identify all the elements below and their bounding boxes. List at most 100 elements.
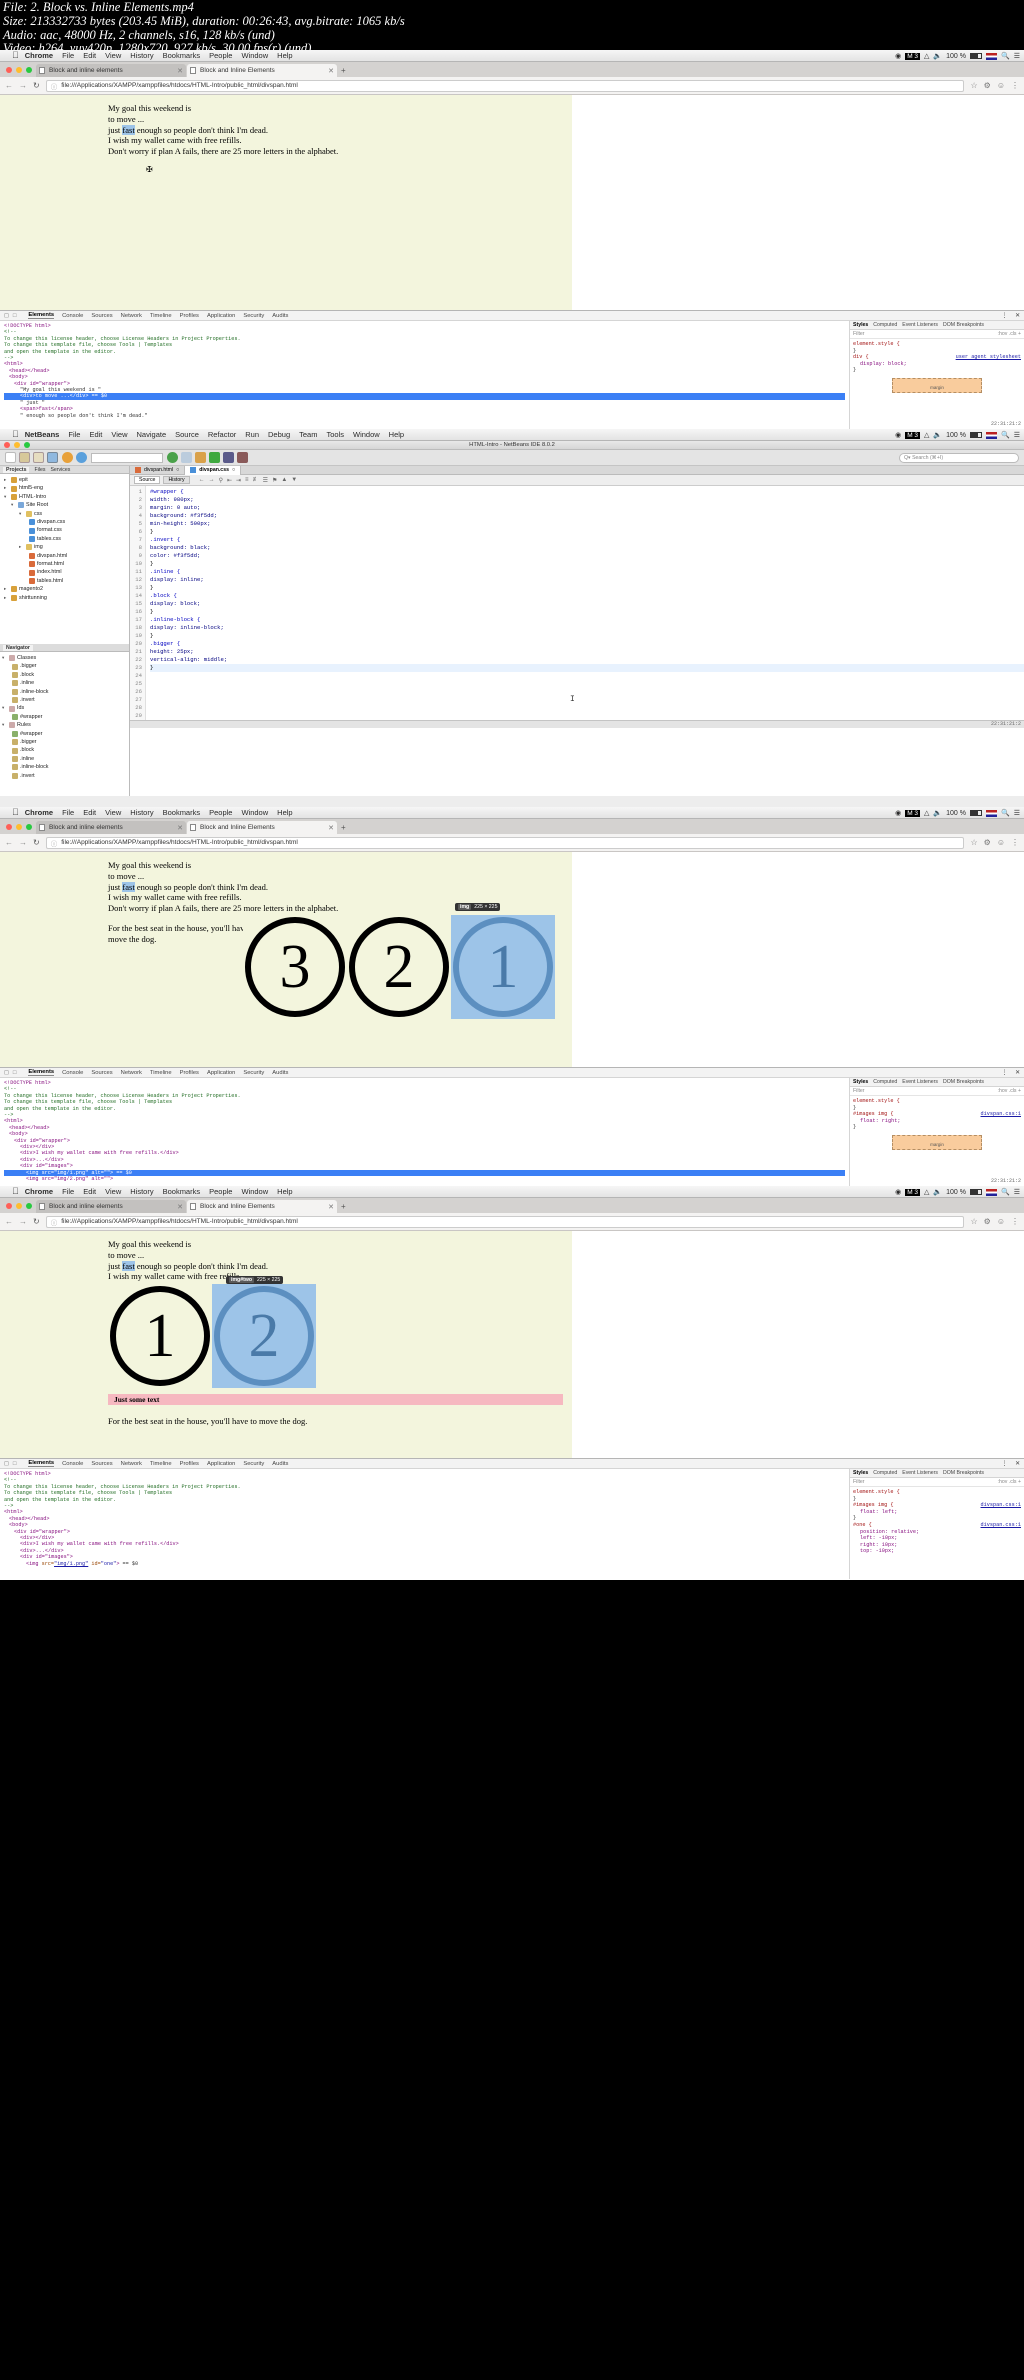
devtools-tab-profiles[interactable]: Profiles: [180, 1070, 199, 1076]
spotlight-search-icon[interactable]: 🔍: [1001, 52, 1010, 60]
maximize-window-button[interactable]: [26, 823, 32, 830]
profile-icon[interactable]: ☺: [997, 1217, 1005, 1226]
code-line[interactable]: }: [150, 560, 1024, 568]
navigator-item[interactable]: .block: [2, 746, 127, 754]
notification-center-icon[interactable]: ☰: [1014, 809, 1020, 817]
collapse-arrow-icon[interactable]: ▾: [2, 654, 7, 662]
dom-node[interactable]: <img src="img/1.png" id="one"> == $0: [4, 1561, 845, 1567]
devtools-tab-audits[interactable]: Audits: [272, 1070, 288, 1076]
extension-icon[interactable]: ⚙: [984, 81, 991, 90]
browser-tab[interactable]: Block and inline elements ✕: [36, 1200, 186, 1213]
wifi-icon[interactable]: △: [924, 52, 929, 60]
circle-image-1[interactable]: 1: [453, 917, 553, 1017]
devtools-tab-sources[interactable]: Sources: [91, 1461, 112, 1467]
close-window-button[interactable]: [6, 823, 12, 830]
history-view-button[interactable]: History: [163, 476, 190, 484]
apple-logo-icon[interactable]: : [12, 808, 19, 817]
styles-filter-row[interactable]: Filter :hov .cls +: [850, 1478, 1024, 1487]
undo-icon[interactable]: [62, 452, 73, 463]
tab-services[interactable]: Services: [50, 467, 70, 473]
chrome-tab-strip[interactable]: Block and inline elements ✕ Block and In…: [0, 819, 1024, 834]
forward-icon[interactable]: →: [209, 477, 215, 484]
save-all-icon[interactable]: [47, 452, 58, 463]
code-line[interactable]: background: black;: [150, 544, 1024, 552]
dom-node[interactable]: " enough so people don't think I'm dead.…: [4, 413, 845, 419]
format-icon[interactable]: ☰: [263, 477, 268, 484]
expand-arrow-icon[interactable]: ▸: [4, 484, 9, 492]
devtools-close-icon[interactable]: ✕: [1015, 313, 1020, 319]
styles-filter-input[interactable]: Filter: [853, 331, 865, 337]
editor-tab[interactable]: divspan.html ○: [130, 465, 186, 475]
volume-icon[interactable]: 🔈: [933, 52, 942, 60]
expand-arrow-icon[interactable]: ▸: [4, 594, 9, 602]
chrome-toolbar[interactable]: ← → ↻ ⓘ file:///Applications/XAMPP/xampp…: [0, 77, 1024, 95]
dom-breakpoints-tab[interactable]: DOM Breakpoints: [943, 1079, 984, 1085]
tree-item[interactable]: tables.css: [2, 535, 127, 543]
browser-tab[interactable]: Block and inline elements ✕: [36, 64, 186, 77]
new-tab-button[interactable]: +: [341, 823, 346, 834]
window-traffic-lights[interactable]: [4, 1198, 36, 1213]
mac-menu-bar[interactable]:  Chrome File Edit View History Bookmark…: [0, 50, 1024, 62]
previous-bookmark-icon[interactable]: ▲: [281, 477, 287, 484]
event-listeners-tab[interactable]: Event Listeners: [902, 322, 938, 328]
menu-item-team[interactable]: Team: [299, 430, 317, 439]
css-source-link[interactable]: divspan.css:1: [981, 1522, 1021, 1529]
code-line[interactable]: }: [150, 608, 1024, 616]
browser-tab[interactable]: Block and inline elements ✕: [36, 821, 186, 834]
css-source-link[interactable]: user agent stylesheet: [956, 354, 1021, 361]
close-tab-icon[interactable]: ✕: [177, 67, 183, 75]
devtools-menu-icon[interactable]: ⋮: [1001, 1461, 1007, 1467]
devtools-tab-bar[interactable]: ◻ □ Elements Console Sources Network Tim…: [0, 1068, 1024, 1078]
page-info-icon[interactable]: ⓘ: [51, 838, 58, 848]
menu-item-view[interactable]: View: [111, 430, 127, 439]
spotlight-search-icon[interactable]: 🔍: [1001, 431, 1010, 439]
menu-item-people[interactable]: People: [209, 1187, 232, 1196]
code-line[interactable]: display: block;: [150, 600, 1024, 608]
netbeans-search-input[interactable]: Q▾ Search (⌘+I): [899, 452, 1019, 463]
clean-build-icon[interactable]: [195, 452, 206, 463]
css-source-link[interactable]: divspan.css:1: [981, 1111, 1021, 1118]
tree-item[interactable]: ▸ shirttunning: [2, 594, 127, 602]
tree-item[interactable]: ▾ css: [2, 510, 127, 518]
styles-filter-toggles[interactable]: :hov .cls +: [998, 1479, 1022, 1485]
menu-item-tools[interactable]: Tools: [326, 430, 344, 439]
code-line[interactable]: #wrapper {: [150, 488, 1024, 496]
configuration-dropdown[interactable]: [91, 452, 163, 463]
code-line[interactable]: background: #f3f5dd;: [150, 512, 1024, 520]
window-traffic-lights[interactable]: [4, 819, 36, 834]
code-line[interactable]: .bigger {: [150, 640, 1024, 648]
menu-item-edit[interactable]: Edit: [83, 808, 96, 817]
css-property[interactable]: float: left;: [853, 1509, 1021, 1516]
dropbox-icon[interactable]: ◉: [895, 52, 901, 60]
chrome-tab-strip[interactable]: Block and inline elements ✕ Block and In…: [0, 62, 1024, 77]
menu-item-bookmarks[interactable]: Bookmarks: [163, 51, 201, 60]
navigator-item[interactable]: .inline: [2, 755, 127, 763]
styles-filter-row[interactable]: Filter :hov .cls +: [850, 330, 1024, 339]
menu-item-help[interactable]: Help: [277, 808, 292, 817]
css-rules-list[interactable]: element.style { } divspan.css:1 #images …: [850, 1487, 1024, 1557]
code-line[interactable]: }: [150, 528, 1024, 536]
run-project-icon[interactable]: [209, 452, 220, 463]
styles-sidebar-tabs[interactable]: Styles Computed Event Listeners DOM Brea…: [850, 1469, 1024, 1478]
navigator-item[interactable]: .bigger: [2, 662, 127, 670]
menu-item-bookmarks[interactable]: Bookmarks: [163, 808, 201, 817]
devtools-tab-profiles[interactable]: Profiles: [180, 1461, 199, 1467]
menu-item-window[interactable]: Window: [241, 808, 268, 817]
menu-item-people[interactable]: People: [209, 51, 232, 60]
collapse-arrow-icon[interactable]: ▾: [11, 501, 16, 509]
menu-item-source[interactable]: Source: [175, 430, 199, 439]
navigator-item[interactable]: .invert: [2, 696, 127, 704]
devtools-tab-bar[interactable]: ◻ □ Elements Console Sources Network Tim…: [0, 1459, 1024, 1469]
navigator-header[interactable]: Navigator: [0, 644, 129, 652]
open-project-icon[interactable]: [33, 452, 44, 463]
tree-item[interactable]: ▾ Site Root: [2, 501, 127, 509]
css-rule-selector[interactable]: element.style {: [853, 1489, 1021, 1496]
notification-center-icon[interactable]: ☰: [1014, 1188, 1020, 1196]
devtools-menu-icon[interactable]: ⋮: [1001, 313, 1007, 319]
menu-item-debug[interactable]: Debug: [268, 430, 290, 439]
tree-item[interactable]: ▾ HTML-Intro: [2, 493, 127, 501]
bookmark-star-icon[interactable]: ☆: [970, 81, 977, 90]
m3-indicator[interactable]: M 3: [905, 1188, 921, 1196]
mac-menu-bar[interactable]:  NetBeans File Edit View Navigate Sourc…: [0, 429, 1024, 441]
back-icon[interactable]: ←: [5, 1217, 13, 1226]
